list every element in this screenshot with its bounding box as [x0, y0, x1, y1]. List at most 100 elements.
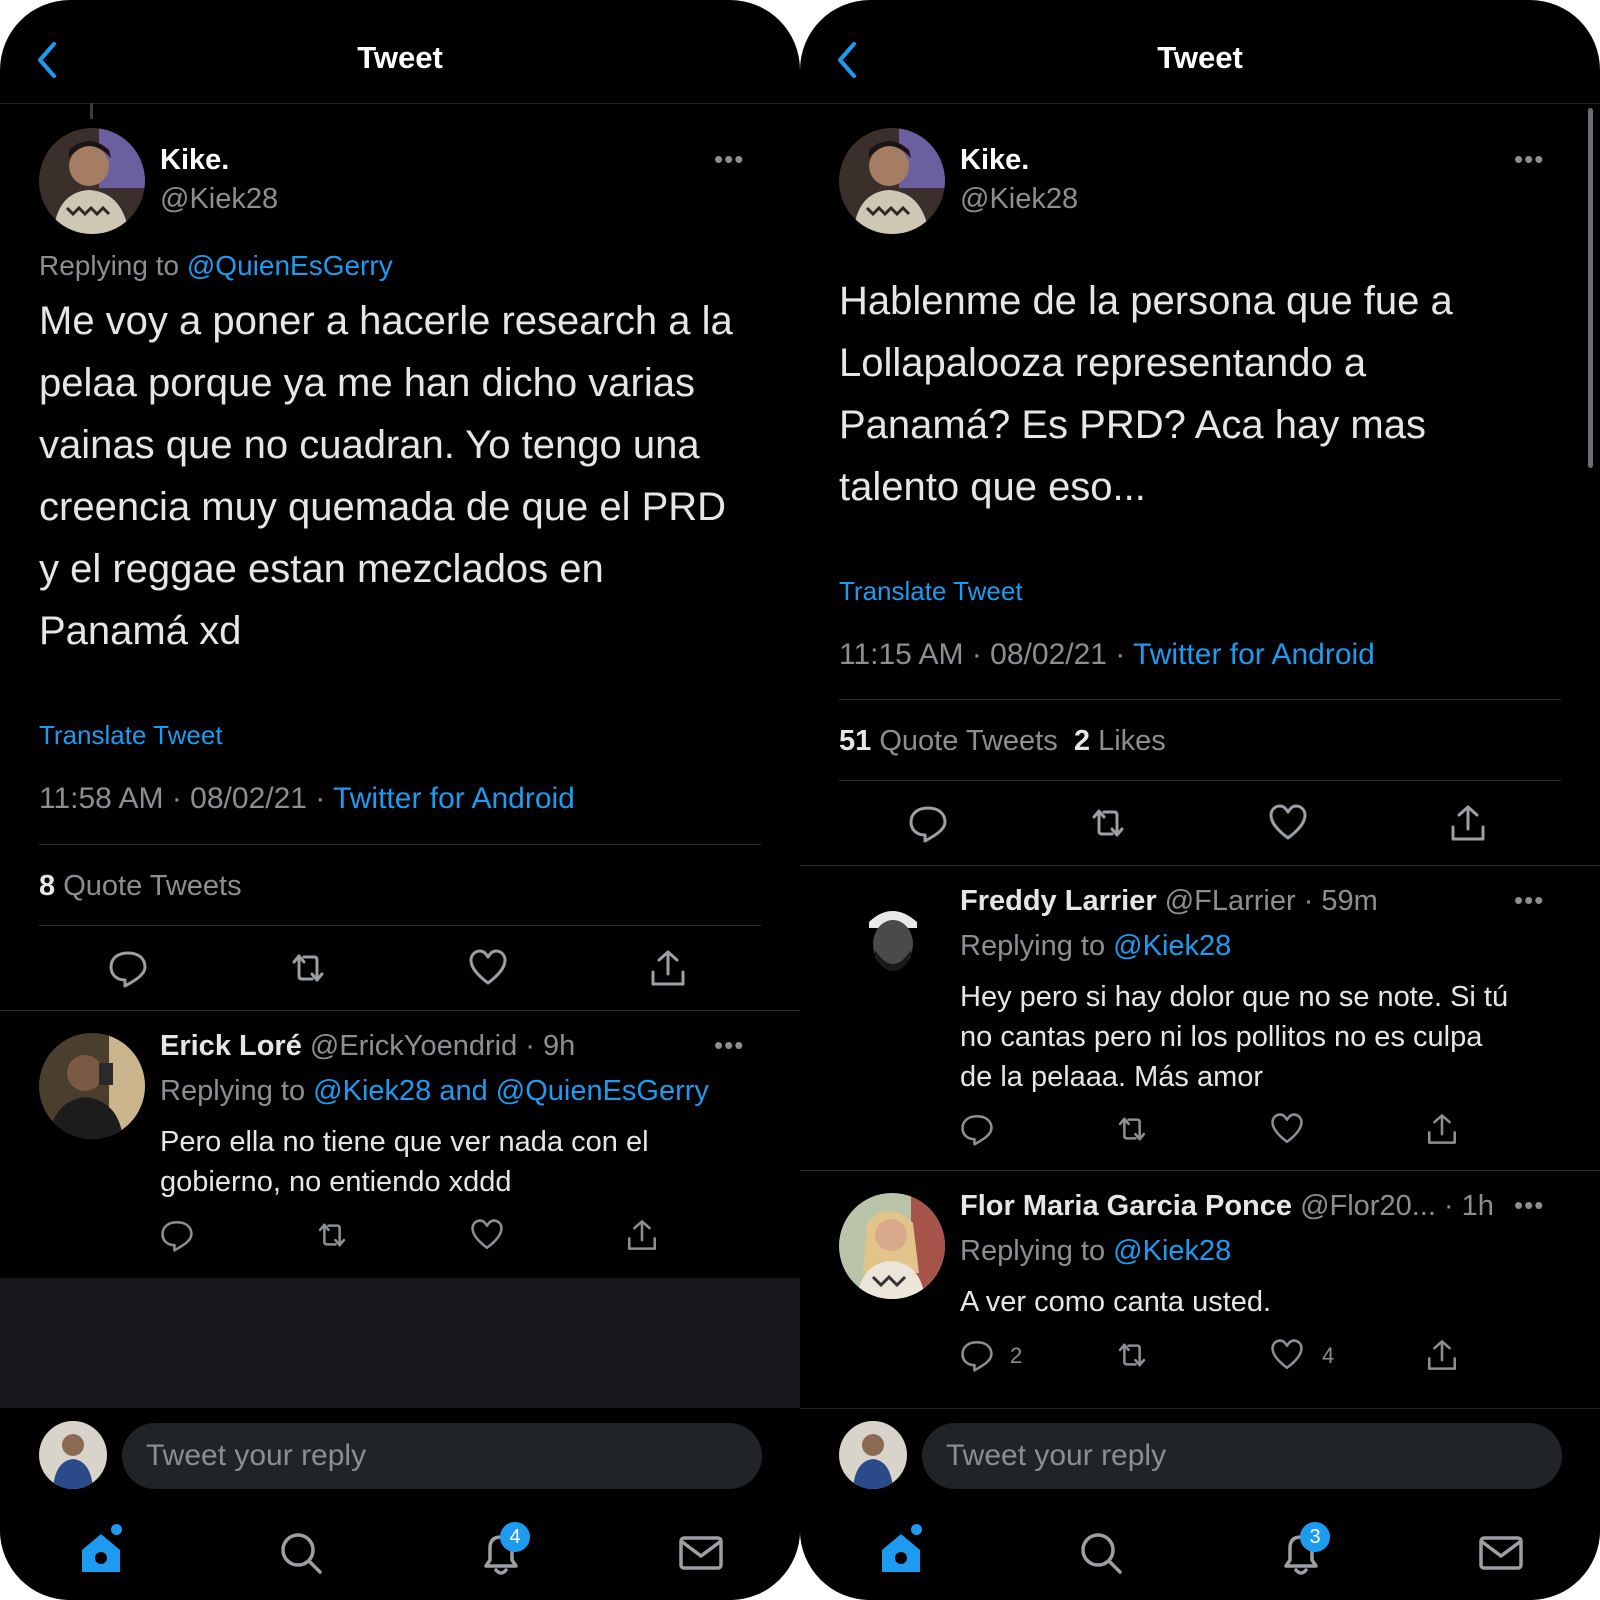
tweet-timestamp: 11:15 AM · 08/02/21 · Twitter for Androi…	[839, 638, 1375, 672]
tweet-line: Me voy a poner a hacerle research a la	[39, 299, 733, 343]
avatar[interactable]	[39, 1421, 107, 1489]
like-icon[interactable]	[470, 1218, 504, 1252]
tweet-line: pelaa porque ya me han dicho varias	[39, 361, 695, 405]
retweet-icon[interactable]	[288, 948, 328, 988]
tweet-text: Hablenme de la persona que fue a Lollapa…	[839, 270, 1569, 518]
header-divider	[0, 103, 800, 104]
reply-icon[interactable]	[960, 1112, 994, 1146]
replying-to-link[interactable]: @QuienEsGerry	[187, 250, 393, 281]
tweet-line: creencia muy quemada de que el PRD	[39, 485, 727, 529]
replying-to-link[interactable]: @Kiek28	[1113, 1235, 1231, 1267]
scrollbar[interactable]	[1588, 108, 1593, 468]
reply-input[interactable]	[122, 1423, 762, 1489]
replying-to: Replying to @Kiek28	[960, 930, 1231, 963]
author-handle[interactable]: @Kiek28	[960, 183, 1078, 216]
mail-icon[interactable]	[676, 1528, 726, 1578]
home-notification-dot	[111, 1524, 122, 1535]
search-icon[interactable]	[276, 1528, 326, 1578]
reply-line: Hey pero si hay dolor que no se note. Si…	[960, 981, 1509, 1013]
share-icon[interactable]	[1425, 1112, 1459, 1146]
more-options-icon[interactable]: •••	[1514, 1190, 1544, 1221]
mail-icon[interactable]	[1476, 1528, 1526, 1578]
retweet-icon[interactable]	[1088, 803, 1128, 843]
retweet-icon[interactable]	[1115, 1338, 1149, 1372]
reply-author[interactable]: Flor Maria Garcia Ponce @Flor20... · 1h	[960, 1190, 1494, 1223]
tweet-line: Lollapalooza representando a	[839, 341, 1367, 385]
reply-text: Hey pero si hay dolor que no se note. Si…	[960, 977, 1560, 1097]
reply-count: 2	[1010, 1343, 1023, 1368]
avatar[interactable]	[839, 128, 945, 234]
reply-icon[interactable]	[908, 803, 948, 843]
tweet-line: Hablenme de la persona que fue a	[839, 279, 1453, 323]
like-icon[interactable]	[1270, 1338, 1304, 1372]
reply-icon[interactable]	[108, 948, 148, 988]
reply-author-name: Erick Loré	[160, 1030, 302, 1062]
source-link[interactable]: Twitter for Android	[1133, 638, 1375, 671]
home-icon[interactable]	[76, 1528, 126, 1578]
replying-to-link[interactable]: @Kiek28	[1113, 930, 1231, 962]
divider	[800, 865, 1600, 866]
quote-label: Quote Tweets	[63, 870, 242, 902]
reply-icon[interactable]	[160, 1218, 194, 1252]
retweet-icon[interactable]	[1115, 1112, 1149, 1146]
more-options-icon[interactable]: •••	[714, 1030, 744, 1061]
avatar[interactable]	[839, 1193, 945, 1299]
replying-to-label: Replying to	[160, 1075, 314, 1107]
home-icon[interactable]	[876, 1528, 926, 1578]
share-icon[interactable]	[648, 948, 688, 988]
left-screenshot: Tweet Kike. @Kiek28 ••• Replying to @Qui…	[0, 0, 800, 1600]
likes-label: Likes	[1098, 725, 1166, 757]
likes-count: 2	[1073, 725, 1090, 757]
tweet-text: Me voy a poner a hacerle research a la p…	[39, 290, 769, 662]
reply-line: A ver como canta usted.	[960, 1286, 1272, 1318]
translate-tweet-link[interactable]: Translate Tweet	[39, 720, 223, 751]
retweet-icon[interactable]	[315, 1218, 349, 1252]
header-divider	[800, 103, 1600, 104]
share-icon[interactable]	[625, 1218, 659, 1252]
like-icon[interactable]	[1268, 803, 1308, 843]
home-notification-dot	[911, 1524, 922, 1535]
author-handle[interactable]: @Kiek28	[160, 183, 278, 216]
reply-author-meta: @Flor20... · 1h	[1292, 1190, 1494, 1222]
notifications-badge: 3	[1300, 1522, 1330, 1552]
page-title: Tweet	[1157, 40, 1243, 75]
divider	[839, 699, 1561, 700]
reply-author[interactable]: Erick Loré @ErickYoendrid · 9h	[160, 1030, 575, 1063]
avatar[interactable]	[39, 128, 145, 234]
translate-tweet-link[interactable]: Translate Tweet	[839, 576, 1023, 607]
author-name[interactable]: Kike.	[160, 144, 229, 177]
divider	[39, 844, 761, 845]
replying-to-link[interactable]: @Kiek28 and @QuienEsGerry	[313, 1075, 709, 1107]
reply-line: no cantas pero ni los pollitos no es cul…	[960, 1021, 1483, 1053]
more-options-icon[interactable]: •••	[714, 144, 744, 175]
divider	[800, 1170, 1600, 1171]
reply-icon[interactable]	[960, 1338, 994, 1372]
more-options-icon[interactable]: •••	[1514, 885, 1544, 916]
reply-input[interactable]	[922, 1423, 1562, 1489]
right-screenshot: Tweet Kike. @Kiek28 ••• Hablenme de la p…	[800, 0, 1600, 1600]
tweet-stats[interactable]: 8 Quote Tweets	[39, 870, 242, 903]
search-icon[interactable]	[1076, 1528, 1126, 1578]
reply-line: de la pelaaa. Más amor	[960, 1061, 1264, 1093]
avatar[interactable]	[39, 1033, 145, 1139]
replying-to: Replying to @Kiek28	[960, 1235, 1231, 1268]
author-name[interactable]: Kike.	[960, 144, 1029, 177]
share-icon[interactable]	[1448, 803, 1488, 843]
more-options-icon[interactable]: •••	[1514, 144, 1544, 175]
reply-author-name: Flor Maria Garcia Ponce	[960, 1190, 1293, 1222]
like-icon[interactable]	[468, 948, 508, 988]
tweet-stats[interactable]: 51 Quote Tweets 2 Likes	[839, 725, 1166, 758]
page-title: Tweet	[357, 40, 443, 75]
share-icon[interactable]	[1425, 1338, 1459, 1372]
reply-author[interactable]: Freddy Larrier @FLarrier · 59m	[960, 885, 1378, 918]
timestamp-text: 11:58 AM · 08/02/21 ·	[39, 782, 334, 815]
reply-text: A ver como canta usted.	[960, 1282, 1560, 1322]
reply-text: Pero ella no tiene que ver nada con el g…	[160, 1122, 760, 1202]
replying-to: Replying to @Kiek28 and @QuienEsGerry	[160, 1075, 709, 1108]
like-icon[interactable]	[1270, 1112, 1304, 1146]
source-link[interactable]: Twitter for Android	[333, 782, 575, 815]
divider	[39, 925, 761, 926]
tweet-timestamp: 11:58 AM · 08/02/21 · Twitter for Androi…	[39, 782, 575, 816]
avatar[interactable]	[839, 888, 945, 994]
avatar[interactable]	[839, 1421, 907, 1489]
